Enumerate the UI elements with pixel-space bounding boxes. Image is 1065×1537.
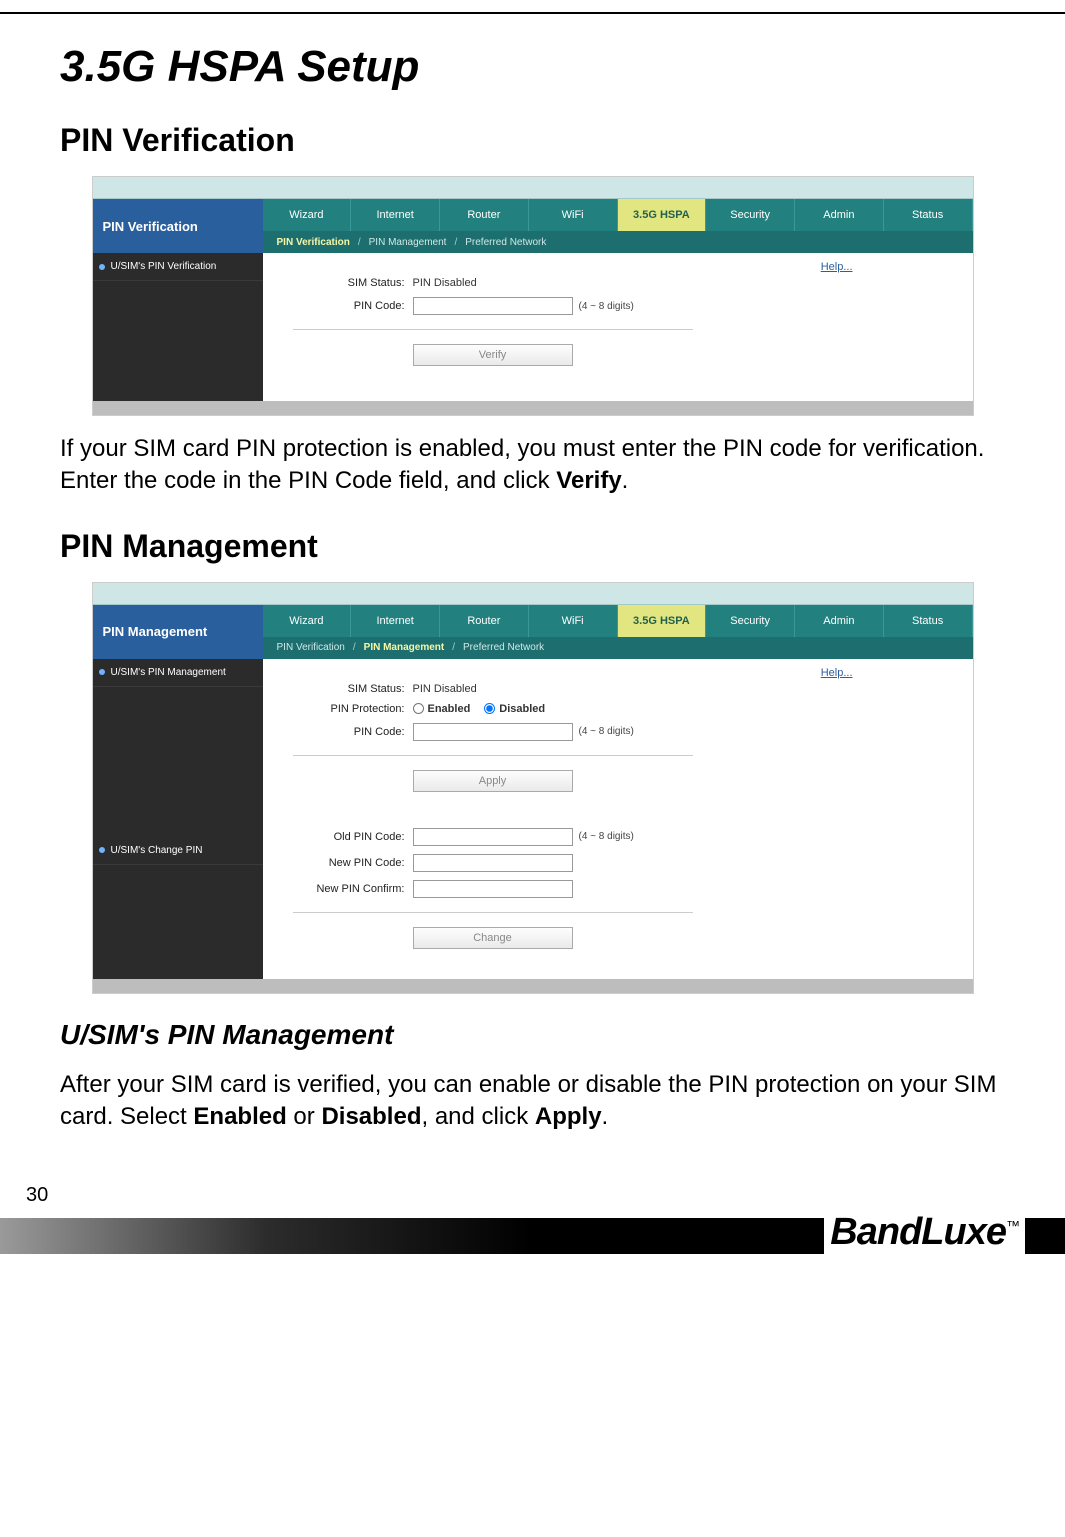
sidebar-item-label: U/SIM's PIN Verification [111,261,217,272]
pin-protection-label: PIN Protection: [293,703,413,715]
help-link[interactable]: Help... [821,261,853,273]
subtab-preferred-network[interactable]: Preferred Network [459,237,552,248]
tab-status[interactable]: Status [884,199,973,231]
page-footer: 30 BandLuxe™ [0,1184,1065,1254]
new-pin-label: New PIN Code: [293,857,413,869]
shot1-subtabs: PIN Verification / PIN Management / Pref… [263,231,973,253]
shot2-subtabs: PIN Verification / PIN Management / Pref… [263,637,973,659]
old-pin-hint: (4 ~ 8 digits) [579,831,634,842]
section-pin-verification-heading: PIN Verification [60,122,1005,159]
shot2-sidebar: U/SIM's PIN Management U/SIM's Change PI… [93,659,263,979]
shot1-sidebar: U/SIM's PIN Verification [93,253,263,401]
page-title: 3.5G HSPA Setup [60,42,1005,92]
brand-logo: BandLuxe™ [824,1211,1025,1254]
shot1-topbar [93,177,973,199]
old-pin-label: Old PIN Code: [293,831,413,843]
pin-code-hint: (4 ~ 8 digits) [579,726,634,737]
screenshot-pin-management: PIN Management Wizard Internet Router Wi… [93,583,973,993]
tab-3-5g-hspa[interactable]: 3.5G HSPA [618,199,707,231]
tab-status[interactable]: Status [884,605,973,637]
pin-code-label: PIN Code: [293,300,413,312]
tab-security[interactable]: Security [706,199,795,231]
pin-verification-body: If your SIM card PIN protection is enabl… [60,433,1005,498]
radio-disabled-label[interactable]: Disabled [484,703,545,715]
tab-wizard[interactable]: Wizard [263,199,352,231]
tab-wifi[interactable]: WiFi [529,605,618,637]
tab-router[interactable]: Router [440,199,529,231]
radio-disabled[interactable] [484,703,495,714]
sim-status-label: SIM Status: [293,277,413,289]
section-pin-management-heading: PIN Management [60,528,1005,565]
old-pin-input[interactable] [413,828,573,846]
subtab-pin-management[interactable]: PIN Management [358,642,451,653]
pin-code-input[interactable] [413,723,573,741]
tab-3-5g-hspa[interactable]: 3.5G HSPA [618,605,707,637]
tab-security[interactable]: Security [706,605,795,637]
sidebar-item-label: U/SIM's Change PIN [111,845,203,856]
new-pin-confirm-input[interactable] [413,880,573,898]
shot2-title-cell: PIN Management [93,605,263,659]
verify-button[interactable]: Verify [413,344,573,366]
subtab-pin-verification[interactable]: PIN Verification [271,237,356,248]
shot1-footer [93,401,973,415]
new-pin-input[interactable] [413,854,573,872]
tab-internet[interactable]: Internet [351,605,440,637]
pin-code-label: PIN Code: [293,726,413,738]
sidebar-item-usim-pin-verification[interactable]: U/SIM's PIN Verification [93,253,263,281]
sim-status-value: PIN Disabled [413,683,477,695]
pin-code-input[interactable] [413,297,573,315]
page-number: 30 [26,1184,48,1207]
tab-internet[interactable]: Internet [351,199,440,231]
shot2-main: Help... SIM Status: PIN Disabled PIN Pro… [263,659,973,979]
subtab-pin-management[interactable]: PIN Management [363,237,453,248]
sidebar-item-usim-pin-management[interactable]: U/SIM's PIN Management [93,659,263,687]
usim-pin-management-body: After your SIM card is verified, you can… [60,1069,1005,1134]
change-button[interactable]: Change [413,927,573,949]
sim-status-label: SIM Status: [293,683,413,695]
subtab-sep: / [452,237,459,248]
sim-status-value: PIN Disabled [413,277,477,289]
apply-button[interactable]: Apply [413,770,573,792]
subtab-sep: / [351,642,358,653]
help-link[interactable]: Help... [821,667,853,679]
radio-enabled-text: Enabled [428,703,471,715]
sidebar-item-label: U/SIM's PIN Management [111,667,226,678]
sidebar-item-usim-change-pin[interactable]: U/SIM's Change PIN [93,837,263,865]
shot2-footer [93,979,973,993]
radio-enabled[interactable] [413,703,424,714]
radio-enabled-label[interactable]: Enabled [413,703,471,715]
shot1-title-cell: PIN Verification [93,199,263,253]
screenshot-pin-verification: PIN Verification Wizard Internet Router … [93,177,973,415]
subtab-sep: / [450,642,457,653]
subtab-preferred-network[interactable]: Preferred Network [457,642,550,653]
bullet-icon [99,669,105,675]
subtab-sep: / [356,237,363,248]
bullet-icon [99,264,105,270]
section-usim-pin-management-heading: U/SIM's PIN Management [60,1019,1005,1051]
tab-router[interactable]: Router [440,605,529,637]
shot2-main-tabs: Wizard Internet Router WiFi 3.5G HSPA Se… [263,605,973,637]
tab-wifi[interactable]: WiFi [529,199,618,231]
bullet-icon [99,847,105,853]
radio-disabled-text: Disabled [499,703,545,715]
pin-code-hint: (4 ~ 8 digits) [579,301,634,312]
tab-admin[interactable]: Admin [795,199,884,231]
shot2-topbar [93,583,973,605]
tab-admin[interactable]: Admin [795,605,884,637]
shot1-main: Help... SIM Status: PIN Disabled PIN Cod… [263,253,973,401]
subtab-pin-verification[interactable]: PIN Verification [271,642,351,653]
tab-wizard[interactable]: Wizard [263,605,352,637]
new-pin-confirm-label: New PIN Confirm: [293,883,413,895]
shot1-main-tabs: Wizard Internet Router WiFi 3.5G HSPA Se… [263,199,973,231]
